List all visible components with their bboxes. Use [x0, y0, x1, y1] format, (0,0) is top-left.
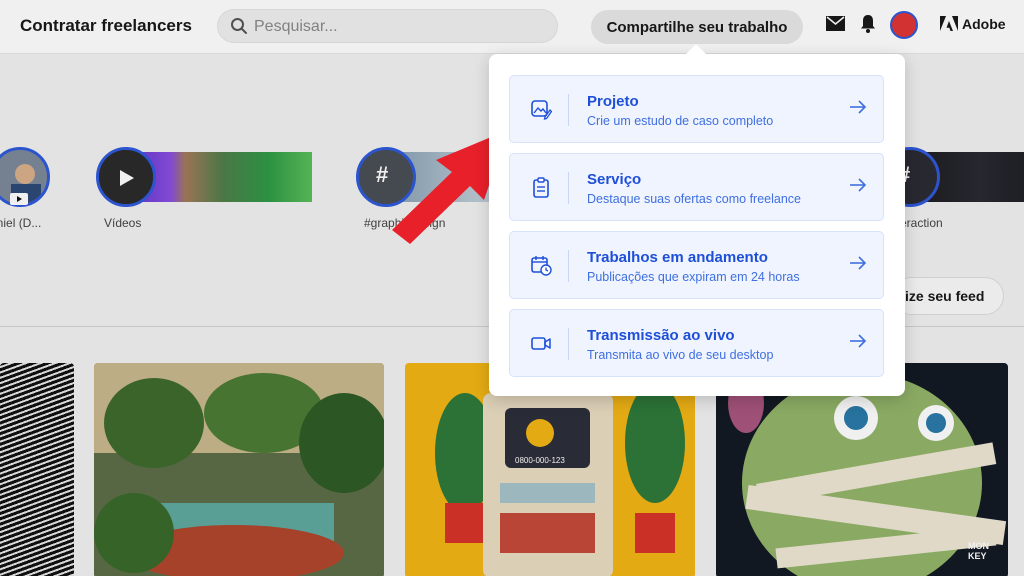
option-separator	[568, 94, 569, 126]
customize-feed-button[interactable]: ize seu feed	[892, 277, 1004, 315]
option-subtitle: Transmita ao vivo de seu desktop	[587, 348, 774, 362]
bell-icon[interactable]	[860, 14, 876, 33]
share-dropdown-menu: Projeto Crie um estudo de caso completo …	[489, 44, 905, 396]
adobe-logo-icon	[940, 16, 958, 31]
arrow-right-icon	[850, 178, 867, 192]
option-title: Projeto	[587, 93, 639, 110]
option-trabalhos-em-andamento[interactable]: Trabalhos em andamento Publicações que e…	[509, 231, 884, 299]
option-title: Trabalhos em andamento	[587, 249, 768, 266]
option-servico[interactable]: Serviço Destaque suas ofertas como freel…	[509, 153, 884, 221]
story-label: eraction	[900, 216, 943, 230]
option-separator	[568, 250, 569, 282]
adobe-label: Adobe	[962, 16, 1006, 32]
project-thumbnail[interactable]	[0, 363, 74, 576]
search-input[interactable]	[254, 16, 544, 38]
option-title: Serviço	[587, 171, 642, 188]
search-bar[interactable]	[217, 9, 558, 43]
option-separator	[568, 172, 569, 204]
story-preview-strip	[136, 152, 312, 202]
option-subtitle: Destaque suas ofertas como freelance	[587, 192, 802, 206]
story-label: aniel (D...	[0, 216, 42, 230]
share-work-button[interactable]: Compartilhe seu trabalho	[591, 10, 803, 44]
story-label: Vídeos	[104, 216, 142, 230]
adobe-link[interactable]: Adobe	[940, 16, 1006, 32]
play-icon	[10, 193, 28, 205]
arrow-right-icon	[850, 334, 867, 348]
project-thumbnail[interactable]	[94, 363, 384, 576]
top-navbar: Contratar freelancers Compartilhe seu tr…	[0, 0, 1024, 54]
image-edit-icon	[531, 100, 552, 120]
arrow-right-icon	[850, 256, 867, 270]
clipboard-icon	[533, 177, 549, 198]
monkey-logo-text: MON KEY	[968, 541, 989, 561]
option-subtitle: Crie um estudo de caso completo	[587, 114, 774, 128]
arrow-right-icon	[850, 100, 867, 114]
option-transmissao-ao-vivo[interactable]: Transmissão ao vivo Transmita ao vivo de…	[509, 309, 884, 377]
option-separator	[568, 328, 569, 360]
search-icon	[231, 18, 247, 34]
play-icon	[120, 170, 134, 186]
tv-phone-text: 0800-000-123	[515, 456, 565, 465]
hire-freelancers-link[interactable]: Contratar freelancers	[20, 16, 192, 36]
option-subtitle: Publicações que expiram em 24 horas	[587, 270, 800, 284]
video-camera-icon	[531, 337, 551, 350]
user-avatar[interactable]	[890, 11, 918, 39]
calendar-clock-icon	[531, 256, 552, 276]
option-title: Transmissão ao vivo	[587, 327, 735, 344]
option-projeto[interactable]: Projeto Crie um estudo de caso completo	[509, 75, 884, 143]
mail-icon[interactable]	[826, 16, 845, 31]
